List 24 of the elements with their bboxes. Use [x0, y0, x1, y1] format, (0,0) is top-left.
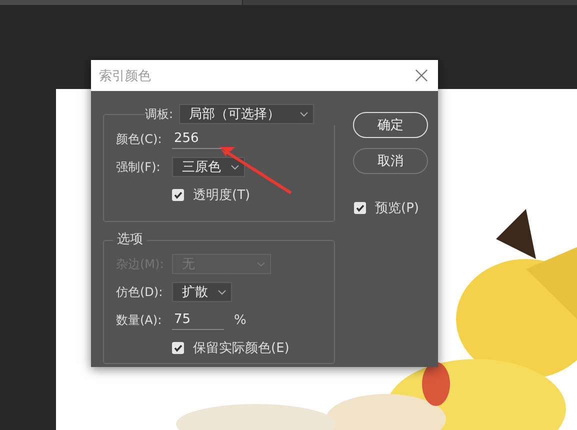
checkbox[interactable]: [172, 189, 184, 201]
field-label: 调板:: [145, 106, 174, 122]
caret-icon: [257, 262, 265, 266]
dialog-title: 索引颜色: [99, 68, 151, 84]
cancel-button[interactable]: 取消: [353, 148, 428, 174]
close-icon[interactable]: [415, 69, 428, 82]
checkbox-label: 透明度(T): [193, 187, 250, 204]
checkbox-label: 保留实际颜色(E): [193, 340, 290, 357]
checkbox[interactable]: [354, 202, 366, 214]
field-label: 颜色(C):: [116, 130, 163, 148]
caret-icon: [218, 290, 226, 294]
ok-button[interactable]: 确定: [353, 112, 428, 138]
checkbox-label: 预览(P): [375, 200, 419, 217]
forced-dropdown[interactable]: 三原色: [172, 157, 245, 177]
caret-icon: [300, 112, 308, 116]
caret-icon: [231, 164, 239, 170]
field-label: 仿色(D):: [116, 284, 164, 300]
dither-dropdown[interactable]: 扩散: [172, 282, 232, 302]
field-label: 强制(F):: [116, 158, 162, 176]
amount-input-field[interactable]: 75: [172, 310, 224, 330]
unit-label: %: [234, 312, 246, 328]
field-label: 数量(A):: [116, 312, 163, 328]
checkbox[interactable]: [172, 342, 184, 354]
palette-dropdown[interactable]: 局部（可选择）: [179, 104, 314, 124]
